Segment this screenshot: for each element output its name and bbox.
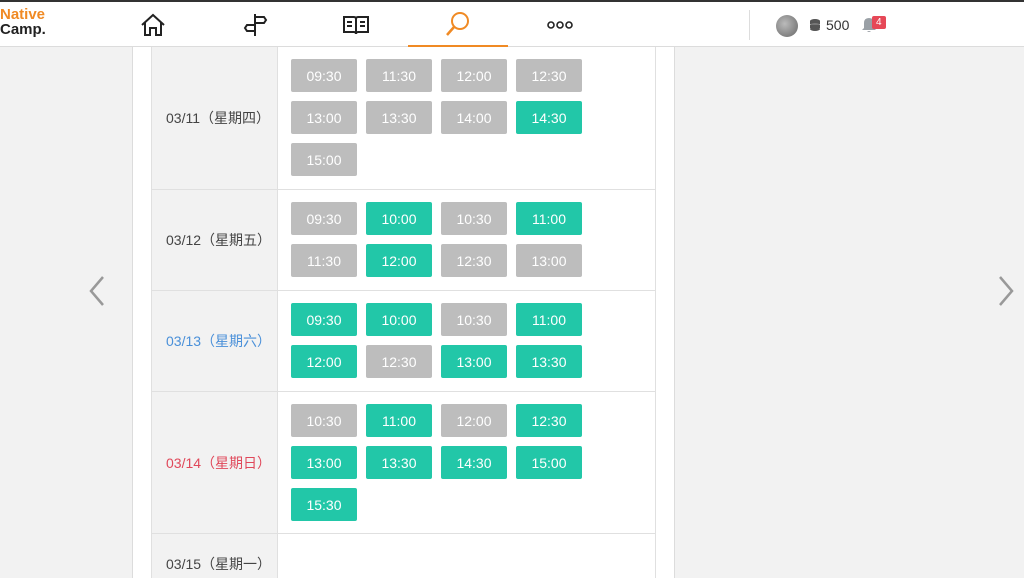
book-icon (343, 16, 369, 35)
unavailable-slot: 12:30 (366, 345, 432, 378)
next-week-button[interactable] (997, 275, 1015, 312)
time-slots: 09:30 10:00 10:30 11:00 11:30 12:00 12:30 13:00 (278, 190, 655, 290)
nav-materials[interactable] (306, 2, 406, 48)
unavailable-slot: 12:00 (441, 404, 507, 437)
nav-course[interactable] (205, 2, 305, 48)
coin-count[interactable]: 500 (826, 17, 849, 33)
nav-search[interactable] (408, 2, 508, 48)
search-icon (446, 11, 469, 36)
schedule-row: 03/13（星期六） 09:30 10:00 10:30 11:00 12:00 12:30… (152, 291, 655, 392)
time-slots: 10:30 11:00 12:00 12:30 13:00 13:30 14:30 15:00… (278, 392, 655, 533)
logo-line1: Native (0, 6, 46, 23)
unavailable-slot: 10:30 (291, 404, 357, 437)
unavailable-slot: 14:00 (441, 101, 507, 134)
prev-arrow-icon (89, 276, 104, 306)
available-slot-button[interactable]: 11:00 (366, 404, 432, 437)
unavailable-slot: 09:30 (291, 59, 357, 92)
available-slot-button[interactable]: 11:00 (516, 303, 582, 336)
available-slot-button[interactable]: 10:00 (366, 303, 432, 336)
available-slot-button[interactable]: 13:30 (366, 446, 432, 479)
unavailable-slot: 09:30 (291, 202, 357, 235)
time-slots: 09:30 10:00 10:30 11:00 12:00 12:30 13:00 13:30 (278, 291, 655, 391)
top-header: Native Camp. 500 4 (0, 0, 1024, 48)
available-slot-button[interactable]: 13:00 (441, 345, 507, 378)
unavailable-slot: 12:00 (441, 59, 507, 92)
date-label: 03/13（星期六） (152, 291, 278, 391)
unavailable-slot: 13:00 (516, 244, 582, 277)
available-slot-button[interactable]: 14:30 (441, 446, 507, 479)
date-label: 03/11（星期四） (152, 47, 278, 189)
home-icon (141, 13, 165, 36)
next-arrow-icon (999, 276, 1014, 306)
available-slot-button[interactable]: 12:00 (366, 244, 432, 277)
schedule-row: 03/15（星期一） (152, 534, 655, 578)
unavailable-slot: 13:30 (366, 101, 432, 134)
header-divider (749, 10, 750, 40)
available-slot-button[interactable]: 10:00 (366, 202, 432, 235)
nav-home[interactable] (103, 2, 203, 48)
nav-more[interactable] (510, 2, 610, 48)
available-slot-button[interactable]: 12:30 (516, 404, 582, 437)
unavailable-slot: 12:30 (516, 59, 582, 92)
schedule-table: 03/11（星期四） 09:30 11:30 12:00 12:30 13:00 13:30… (151, 47, 656, 578)
date-label: 03/15（星期一） (152, 534, 278, 578)
available-slot-button[interactable]: 11:00 (516, 202, 582, 235)
date-label: 03/12（星期五） (152, 190, 278, 290)
available-slot-button[interactable]: 09:30 (291, 303, 357, 336)
available-slot-button[interactable]: 13:30 (516, 345, 582, 378)
avatar[interactable] (776, 15, 798, 37)
schedule-row: 03/12（星期五） 09:30 10:00 10:30 11:00 11:30 12:00… (152, 190, 655, 291)
coin-icon (810, 19, 820, 31)
prev-week-button[interactable] (88, 275, 106, 312)
available-slot-button[interactable]: 13:00 (291, 446, 357, 479)
schedule-row: 03/11（星期四） 09:30 11:30 12:00 12:30 13:00 13:30… (152, 47, 655, 190)
logo-line2: Camp. (0, 21, 46, 38)
date-label: 03/14（星期日） (152, 392, 278, 533)
unavailable-slot: 10:30 (441, 202, 507, 235)
available-slot-button[interactable]: 15:00 (516, 446, 582, 479)
unavailable-slot: 10:30 (441, 303, 507, 336)
unavailable-slot: 13:00 (291, 101, 357, 134)
unavailable-slot: 11:30 (291, 244, 357, 277)
time-slots: 09:30 11:30 12:00 12:30 13:00 13:30 14:00 14:30… (278, 47, 655, 189)
native-camp-logo[interactable]: Native Camp. (0, 7, 46, 37)
available-slot-button[interactable]: 12:00 (291, 345, 357, 378)
available-slot-button[interactable]: 14:30 (516, 101, 582, 134)
unavailable-slot: 15:00 (291, 143, 357, 176)
notification-badge: 4 (872, 16, 886, 29)
available-slot-button[interactable]: 15:30 (291, 488, 357, 521)
unavailable-slot: 12:30 (441, 244, 507, 277)
unavailable-slot: 11:30 (366, 59, 432, 92)
signpost-icon (243, 14, 268, 36)
more-icon (547, 21, 573, 29)
time-slots (278, 534, 655, 578)
schedule-row: 03/14（星期日） 10:30 11:00 12:00 12:30 13:00 13:30… (152, 392, 655, 534)
schedule-panel: 03/11（星期四） 09:30 11:30 12:00 12:30 13:00 13:30… (132, 47, 675, 578)
